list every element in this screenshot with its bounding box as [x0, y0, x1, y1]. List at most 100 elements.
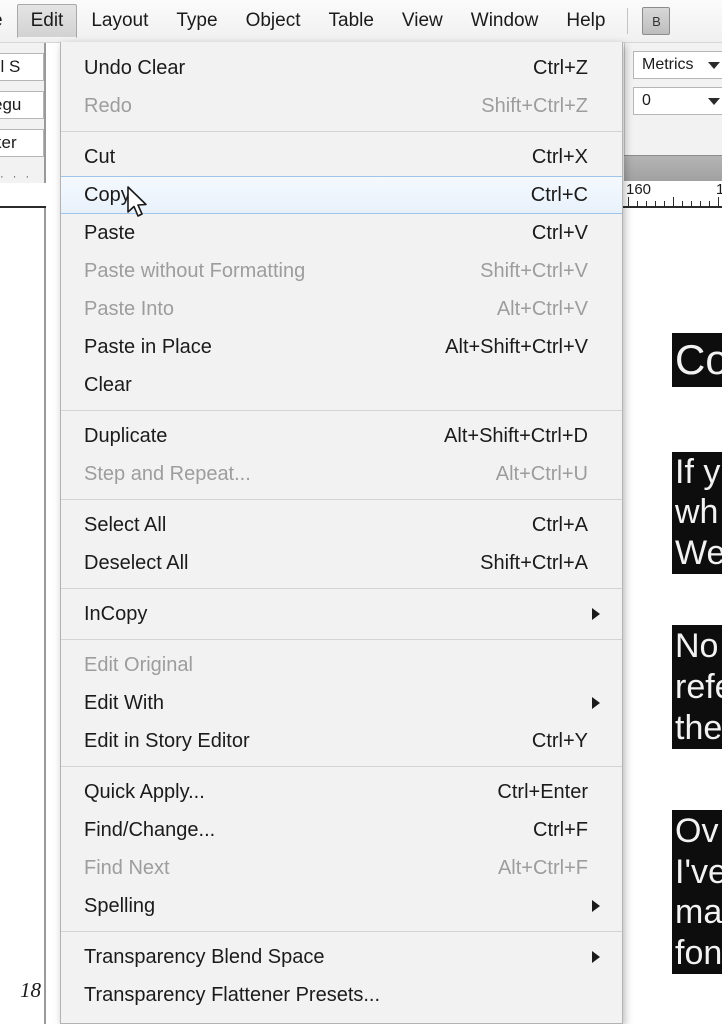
document-text-line: No	[672, 625, 722, 667]
chevron-right-icon	[592, 951, 600, 963]
menu-item-label: Edit in Story Editor	[84, 729, 250, 752]
menu-item-label: Clear	[84, 373, 132, 396]
menu-separator	[61, 639, 622, 640]
menu-bar: e Edit Layout Type Object Table View Win…	[0, 0, 722, 43]
menu-item-find-change[interactable]: Find/Change... Ctrl+F	[61, 811, 622, 849]
menu-item-paste[interactable]: Paste Ctrl+V	[61, 214, 622, 252]
edit-dropdown-menu: Undo Clear Ctrl+Z Redo Shift+Ctrl+Z Cut Ctrl+…	[60, 42, 623, 1024]
menu-item-shortcut: Alt+Ctrl+V	[496, 297, 588, 320]
tracking-value: 0	[642, 92, 651, 109]
menu-item-label: Edit Original	[84, 653, 193, 676]
document-text-line: wh	[672, 492, 722, 532]
menu-item-label: Deselect All	[84, 551, 189, 574]
menu-item-label: Transparency Blend Space	[84, 945, 325, 968]
menu-item-view[interactable]: View	[388, 4, 457, 38]
document-text-line: I've	[672, 852, 722, 892]
menu-separator	[61, 588, 622, 589]
menu-item-transparency-flattener-presets[interactable]: Transparency Flattener Presets...	[61, 976, 622, 1014]
menu-item-shortcut: Ctrl+Z	[533, 56, 588, 79]
document-text-line: ma	[672, 892, 722, 932]
menu-item-select-all[interactable]: Select All Ctrl+A	[61, 506, 622, 544]
chevron-right-icon	[592, 900, 600, 912]
application-window: e Edit Layout Type Object Table View Win…	[0, 0, 722, 1024]
menu-item-find-next: Find Next Alt+Ctrl+F	[61, 849, 622, 887]
menu-item-shortcut: Ctrl+Y	[531, 729, 588, 752]
document-text-line: We	[672, 532, 722, 574]
menu-item-shortcut: Shift+Ctrl+A	[480, 551, 588, 574]
document-left-border	[44, 208, 46, 1024]
ruler-tick	[628, 197, 629, 206]
menu-item-label: Undo Clear	[84, 56, 186, 79]
menu-item-window[interactable]: Window	[457, 4, 553, 38]
document-text-line: refe	[672, 667, 722, 707]
menu-item-type[interactable]: Type	[162, 4, 231, 38]
chevron-down-icon	[708, 61, 720, 69]
ruler-tick	[664, 201, 665, 206]
menu-item-label: Duplicate	[84, 424, 168, 447]
bridge-toolbar-button[interactable]: B	[642, 7, 671, 35]
menu-item-shortcut: Ctrl+Enter	[497, 780, 588, 803]
menu-item-copy[interactable]: Copy Ctrl+C	[61, 176, 622, 214]
menu-item-label: Redo	[84, 94, 132, 117]
menu-item-clear[interactable]: Clear	[61, 366, 622, 404]
chevron-right-icon	[592, 697, 600, 709]
menu-item-shortcut: Ctrl+A	[531, 513, 588, 536]
right-control-panel: Metrics 0	[624, 43, 722, 163]
menu-item-undo-clear[interactable]: Undo Clear Ctrl+Z	[61, 49, 622, 87]
menu-item-paste-into: Paste Into Alt+Ctrl+V	[61, 290, 622, 328]
ruler-tick	[718, 197, 719, 206]
menu-separator	[61, 766, 622, 767]
menu-item-shortcut: Shift+Ctrl+Z	[481, 94, 588, 117]
menu-item-shortcut: Ctrl+C	[530, 183, 588, 206]
chevron-down-icon	[708, 97, 720, 105]
menu-item-shortcut: Alt+Ctrl+U	[495, 462, 588, 485]
ruler-tick	[709, 201, 710, 206]
menu-item-label: Cut	[84, 145, 116, 168]
menu-item-label: Copy	[84, 183, 131, 206]
menu-item-layout[interactable]: Layout	[77, 4, 162, 38]
menu-item-label: Step and Repeat...	[84, 462, 251, 485]
menu-item-label: Spelling	[84, 894, 156, 917]
menu-item-edit-with[interactable]: Edit With	[61, 684, 622, 722]
menu-item-file-clipped[interactable]: e	[0, 4, 17, 38]
menu-item-label: Transparency Flattener Presets...	[84, 983, 381, 1006]
horizontal-ruler[interactable]: 160 1	[624, 181, 722, 208]
menu-item-label: Paste	[84, 221, 136, 244]
document-canvas-left	[0, 208, 46, 1024]
left-field-tracking[interactable]: ker	[0, 129, 44, 157]
menu-item-help[interactable]: Help	[552, 4, 619, 38]
menu-item-step-and-repeat: Step and Repeat... Alt+Ctrl+U	[61, 455, 622, 493]
horizontal-ruler-left-segment[interactable]	[0, 183, 46, 208]
menu-item-label: InCopy	[84, 602, 148, 625]
left-field-fill-stroke[interactable]: ill S	[0, 53, 44, 81]
menu-item-shortcut: Alt+Ctrl+F	[497, 856, 588, 879]
menu-item-edit-in-story-editor[interactable]: Edit in Story Editor Ctrl+Y	[61, 722, 622, 760]
menu-item-deselect-all[interactable]: Deselect All Shift+Ctrl+A	[61, 544, 622, 582]
kerning-value: Metrics	[642, 56, 694, 73]
menu-item-cut[interactable]: Cut Ctrl+X	[61, 138, 622, 176]
menu-item-shortcut: Ctrl+V	[531, 221, 588, 244]
menu-item-label: Find Next	[84, 856, 170, 879]
menu-item-duplicate[interactable]: Duplicate Alt+Shift+Ctrl+D	[61, 417, 622, 455]
menu-item-paste-in-place[interactable]: Paste in Place Alt+Shift+Ctrl+V	[61, 328, 622, 366]
menu-item-incopy[interactable]: InCopy	[61, 595, 622, 633]
tracking-dropdown[interactable]: 0	[633, 87, 722, 115]
menu-item-spelling[interactable]: Spelling	[61, 887, 622, 925]
menu-item-transparency-blend-space[interactable]: Transparency Blend Space	[61, 938, 622, 976]
ruler-tick	[655, 201, 656, 206]
menu-item-edit[interactable]: Edit	[16, 4, 78, 38]
menubar-divider	[627, 8, 629, 34]
menu-separator	[61, 931, 622, 932]
document-text-line: fon	[672, 932, 722, 974]
menu-item-shortcut: Alt+Shift+Ctrl+D	[444, 424, 588, 447]
menu-item-quick-apply[interactable]: Quick Apply... Ctrl+Enter	[61, 773, 622, 811]
left-field-font-style[interactable]: egu	[0, 91, 44, 119]
ruler-tick	[691, 201, 692, 206]
left-control-panel: ill S egu ker · · ·	[0, 43, 46, 183]
menu-item-label: Find/Change...	[84, 818, 216, 841]
document-text-line: Ov	[672, 810, 722, 852]
menu-item-label: Quick Apply...	[84, 780, 205, 803]
kerning-dropdown[interactable]: Metrics	[633, 51, 722, 79]
menu-item-table[interactable]: Table	[315, 4, 388, 38]
menu-item-object[interactable]: Object	[232, 4, 315, 38]
